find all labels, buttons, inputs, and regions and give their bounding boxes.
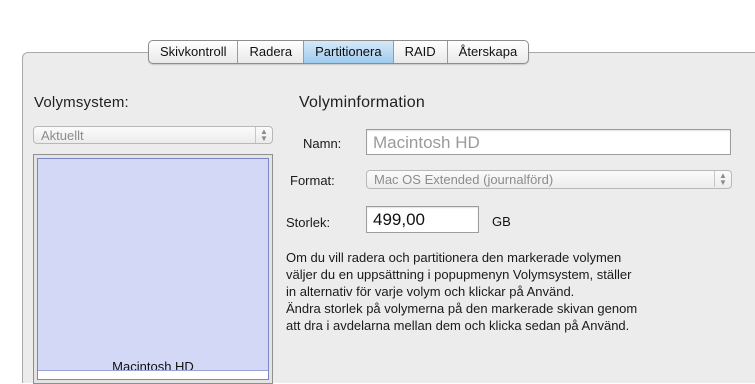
format-popup[interactable]: Mac OS Extended (journalförd) ▲ ▼ <box>366 170 732 189</box>
size-unit: GB <box>492 214 511 229</box>
tab-partitionera[interactable]: Partitionera <box>303 41 393 63</box>
partition-resize-handle[interactable] <box>38 370 268 379</box>
tab-radera[interactable]: Radera <box>237 41 303 63</box>
volume-layout-diagram: Macintosh HD <box>33 154 273 384</box>
help-line: att dra i avdelarna mellan dem och klick… <box>286 318 630 333</box>
volume-partition-macintosh-hd[interactable]: Macintosh HD <box>37 158 269 380</box>
volume-scheme-popup[interactable]: Aktuellt ▲ ▼ <box>33 126 273 144</box>
name-field[interactable]: Macintosh HD <box>366 129 731 155</box>
help-line: Ändra storlek på volymerna på den marker… <box>286 301 638 316</box>
volume-scheme-heading: Volymsystem: <box>34 94 129 111</box>
size-field[interactable]: 499,00 <box>366 206 479 233</box>
tab-bar: Skivkontroll Radera Partitionera RAID Åt… <box>148 40 530 64</box>
tab-aterskapa[interactable]: Återskapa <box>446 41 529 63</box>
format-label: Format: <box>290 173 335 188</box>
volume-info-heading: Volyminformation <box>299 94 425 111</box>
help-line: Om du vill radera och partitionera den m… <box>286 250 622 265</box>
disk-utility-window: Skivkontroll Radera Partitionera RAID Åt… <box>0 0 755 384</box>
updown-arrows-icon: ▲ ▼ <box>714 171 731 187</box>
tab-skivkontroll[interactable]: Skivkontroll <box>149 41 237 63</box>
updown-arrows-icon: ▲ ▼ <box>255 127 272 143</box>
help-line: väljer du en uppsättning i popupmenyn Vo… <box>286 267 632 282</box>
help-line: in alternativ för varje volym och klicka… <box>286 284 575 299</box>
name-label: Namn: <box>303 136 342 151</box>
tab-raid[interactable]: RAID <box>392 41 447 63</box>
size-label: Storlek: <box>286 215 331 230</box>
volume-scheme-popup-value: Aktuellt <box>41 128 84 143</box>
partition-help-text: Om du vill radera och partitionera den m… <box>286 249 746 334</box>
format-popup-value: Mac OS Extended (journalförd) <box>374 172 554 187</box>
